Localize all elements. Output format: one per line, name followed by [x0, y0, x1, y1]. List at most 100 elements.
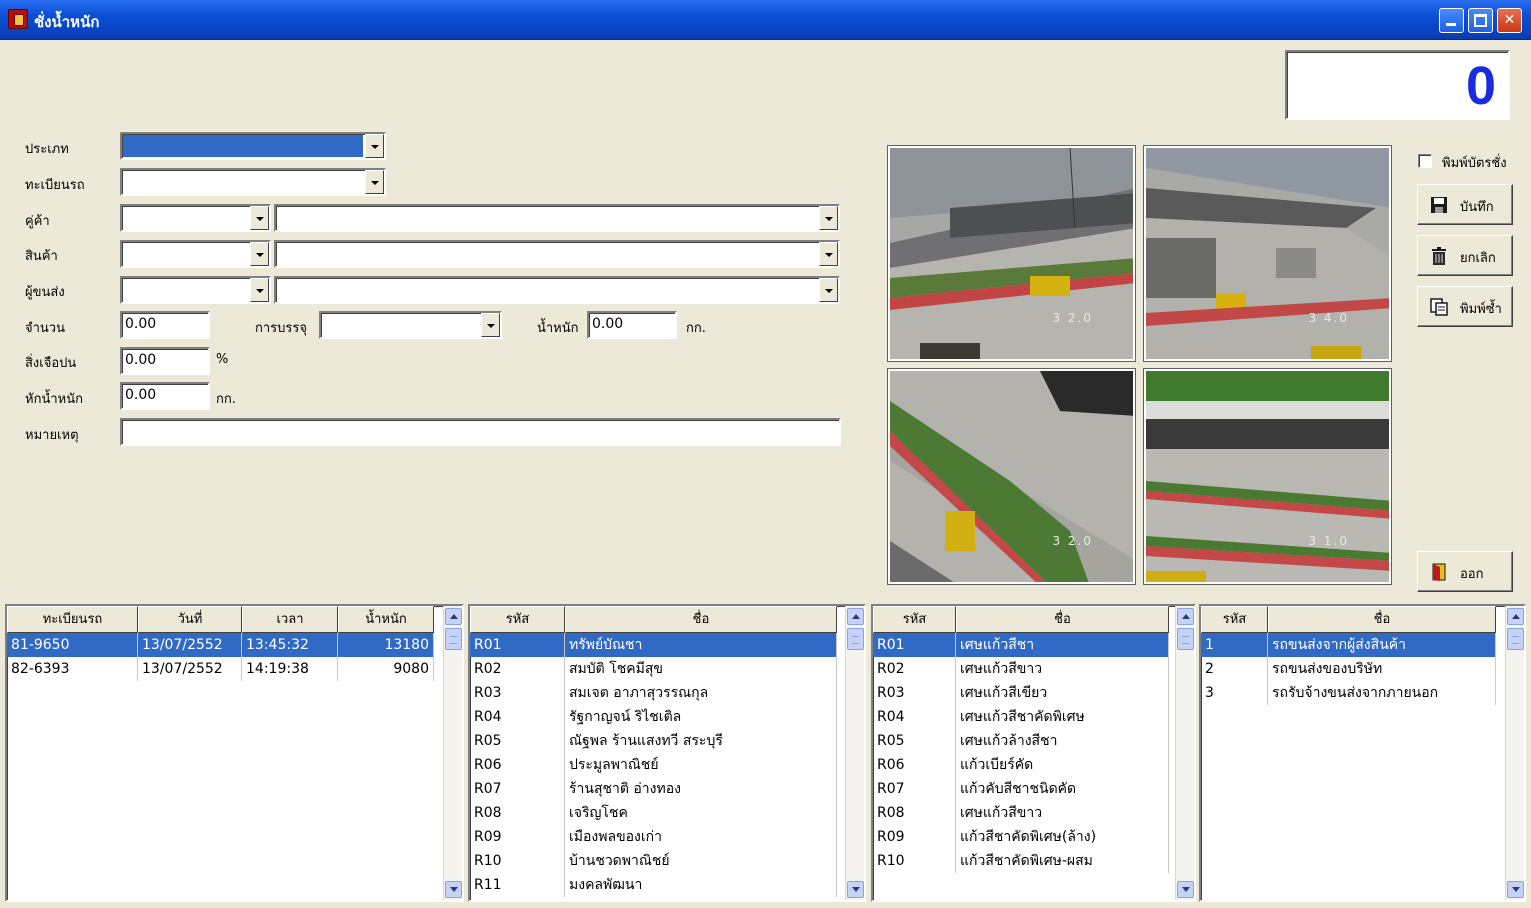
carrier-table[interactable]: รหัส ชื่อ 1 รถขนส่งจากผู้ส่งสินค้า 2 รถขนส่…	[1199, 604, 1526, 902]
camera-label-2: 3 4.0	[1308, 311, 1349, 325]
chevron-down-icon[interactable]	[819, 278, 838, 302]
minimize-button[interactable]	[1439, 8, 1464, 33]
scroll-thumb[interactable]	[1177, 628, 1194, 650]
table-row[interactable]: 81-9650 13/07/2552 13:45:32 13180	[7, 633, 434, 657]
table-row[interactable]: R06 ประมูลพาณิชย์	[470, 753, 837, 777]
scroll-thumb[interactable]	[1507, 628, 1524, 650]
product-code-select[interactable]	[120, 240, 271, 268]
column-header[interactable]: น้ำหนัก	[338, 606, 434, 633]
maximize-button[interactable]	[1468, 8, 1493, 33]
plate-select[interactable]	[120, 168, 386, 196]
chevron-down-icon[interactable]	[819, 242, 838, 266]
scroll-up-icon[interactable]	[445, 608, 462, 625]
scroll-down-icon[interactable]	[445, 881, 462, 898]
table-row[interactable]: R04 เศษแก้วสีชาคัดพิเศษ	[873, 705, 1169, 729]
carrier-name-select[interactable]	[274, 276, 840, 304]
table-cell: รถขนส่งจากผู้ส่งสินค้า	[1268, 633, 1496, 657]
column-header[interactable]: วันที่	[138, 606, 242, 633]
table-row[interactable]: R04 รัฐกาญจน์ ริไชเติล	[470, 705, 837, 729]
partner-name-select[interactable]	[274, 204, 840, 232]
print-ticket-checkbox[interactable]	[1418, 154, 1432, 168]
vertical-scrollbar[interactable]	[1175, 606, 1194, 900]
table-row[interactable]: R09 เมืองพลของเก่า	[470, 825, 837, 849]
chevron-down-icon[interactable]	[250, 242, 269, 266]
weigh-records-table[interactable]: ทะเบียนรถ วันที่ เวลา น้ำหนัก 81-9650 13…	[5, 604, 464, 902]
chevron-down-icon[interactable]	[250, 278, 269, 302]
column-header[interactable]: รหัส	[1201, 606, 1268, 633]
table-row[interactable]: R08 เศษแก้วสีขาว	[873, 801, 1169, 825]
table-row[interactable]: R01 ทรัพย์บัณชา	[470, 633, 837, 657]
exit-label: ออก	[1460, 567, 1484, 582]
chevron-down-icon[interactable]	[365, 134, 384, 158]
column-header[interactable]: ชื่อ	[1268, 606, 1496, 633]
table-row[interactable]: R03 เศษแก้วสีเขียว	[873, 681, 1169, 705]
partner-code-select[interactable]	[120, 204, 271, 232]
table-row[interactable]: R05 เศษแก้วล้างสีชา	[873, 729, 1169, 753]
impurity-input[interactable]: 0.00	[120, 347, 210, 375]
table-row[interactable]: R08 เจริญโชค	[470, 801, 837, 825]
scroll-down-icon[interactable]	[1507, 881, 1524, 898]
scroll-up-icon[interactable]	[1507, 608, 1524, 625]
scroll-thumb[interactable]	[445, 628, 462, 650]
column-header[interactable]: เวลา	[242, 606, 338, 633]
table-row[interactable]: 2 รถขนส่งของบริษัท	[1201, 657, 1496, 681]
table-row[interactable]: 3 รถรับจ้างขนส่งจากภายนอก	[1201, 681, 1496, 705]
window-title: ชั่งน้ำหนัก	[34, 13, 100, 31]
table-header: รหัส ชื่อ	[470, 606, 837, 633]
quantity-input[interactable]: 0.00	[120, 311, 210, 339]
title-bar: ชั่งน้ำหนัก ✕	[0, 0, 1531, 40]
table-cell: R05	[873, 729, 956, 753]
chevron-down-icon[interactable]	[481, 313, 500, 337]
chevron-down-icon[interactable]	[365, 170, 384, 194]
column-header[interactable]: ชื่อ	[956, 606, 1169, 633]
app-icon[interactable]	[8, 9, 28, 29]
scroll-thumb[interactable]	[847, 628, 864, 650]
column-header[interactable]: ทะเบียนรถ	[7, 606, 138, 633]
product-name-select[interactable]	[274, 240, 840, 268]
vertical-scrollbar[interactable]	[1505, 606, 1524, 900]
deduct-weight-input[interactable]: 0.00	[120, 382, 210, 410]
table-row[interactable]: R05 ณัฐพล ร้านแสงทวี สระบุรี	[470, 729, 837, 753]
table-row[interactable]: 82-6393 13/07/2552 14:19:38 9080	[7, 657, 434, 681]
vertical-scrollbar[interactable]	[443, 606, 462, 900]
table-row[interactable]: R07 ร้านสุชาติ อ่างทอง	[470, 777, 837, 801]
chevron-down-icon[interactable]	[819, 206, 838, 230]
package-select[interactable]	[319, 311, 502, 339]
scroll-down-icon[interactable]	[1177, 881, 1194, 898]
scroll-up-icon[interactable]	[1177, 608, 1194, 625]
table-row[interactable]: R10 แก้วสีชาคัดพิเศษ-ผสม	[873, 849, 1169, 873]
table-cell: ประมูลพาณิชย์	[565, 753, 837, 777]
table-header: รหัส ชื่อ	[1201, 606, 1496, 633]
table-row[interactable]: R09 แก้วสีชาคัดพิเศษ(ล้าง)	[873, 825, 1169, 849]
table-row[interactable]: R11 มงคลพัฒนา	[470, 873, 837, 897]
vertical-scrollbar[interactable]	[845, 606, 864, 900]
table-cell: R09	[873, 825, 956, 849]
exit-button[interactable]: ออก	[1417, 551, 1513, 592]
table-row[interactable]: R02 สมบัติ โชคมีสุข	[470, 657, 837, 681]
weight-input[interactable]: 0.00	[587, 311, 677, 339]
table-row[interactable]: R03 สมเจต อาภาสุวรรณกุล	[470, 681, 837, 705]
scroll-up-icon[interactable]	[847, 608, 864, 625]
table-row[interactable]: 1 รถขนส่งจากผู้ส่งสินค้า	[1201, 633, 1496, 657]
cancel-button[interactable]: ยกเลิก	[1417, 235, 1513, 276]
save-button[interactable]: บันทึก	[1417, 184, 1513, 225]
chevron-down-icon[interactable]	[250, 206, 269, 230]
table-row[interactable]: R02 เศษแก้วสีขาว	[873, 657, 1169, 681]
table-body: 81-9650 13/07/2552 13:45:32 13180 82-639…	[7, 633, 434, 681]
table-row[interactable]: R01 เศษแก้วสีชา	[873, 633, 1169, 657]
table-row[interactable]: R10 บ้านชวดพาณิชย์	[470, 849, 837, 873]
product-table[interactable]: รหัส ชื่อ R01 เศษแก้วสีชา R02 เศษแก้วสีขาว R…	[871, 604, 1196, 902]
column-header[interactable]: รหัส	[470, 606, 565, 633]
partner-table[interactable]: รหัส ชื่อ R01 ทรัพย์บัณชา R02 สมบัติ โชคมีส…	[468, 604, 866, 902]
close-button[interactable]: ✕	[1497, 8, 1522, 33]
reprint-button[interactable]: พิมพ์ซ้ำ	[1417, 286, 1513, 327]
column-header[interactable]: ชื่อ	[565, 606, 837, 633]
type-select[interactable]	[120, 132, 386, 160]
table-row[interactable]: R07 แก้วคับสีชาชนิดคัด	[873, 777, 1169, 801]
carrier-code-select[interactable]	[120, 276, 271, 304]
scroll-down-icon[interactable]	[847, 881, 864, 898]
note-input[interactable]	[120, 418, 841, 446]
column-header[interactable]: รหัส	[873, 606, 956, 633]
table-row[interactable]: R06 แก้วเบียร์คัด	[873, 753, 1169, 777]
table-cell: รัฐกาญจน์ ริไชเติล	[565, 705, 837, 729]
